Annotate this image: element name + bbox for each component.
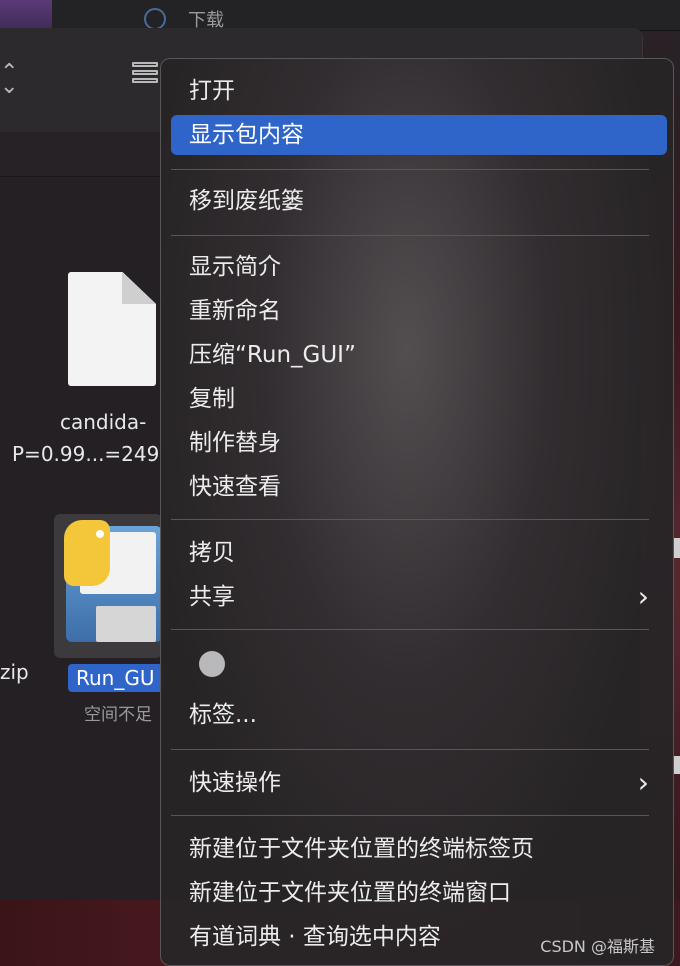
document-file-icon[interactable] — [68, 272, 156, 386]
menu-separator — [171, 815, 649, 816]
menu-item-show-package-contents[interactable]: 显示包内容 — [171, 115, 667, 155]
gray-tag-icon[interactable] — [199, 651, 225, 677]
menu-item-rename[interactable]: 重新命名 — [171, 291, 667, 331]
grid-view-icon[interactable] — [132, 62, 158, 94]
menu-item-make-alias[interactable]: 制作替身 — [171, 423, 667, 463]
menu-item-quick-actions[interactable]: 快速操作 › — [171, 763, 667, 803]
menu-separator — [171, 519, 649, 520]
run-gui-app-icon[interactable] — [54, 514, 162, 658]
chevron-right-icon: › — [637, 580, 649, 613]
zip-file-name-partial[interactable]: zip — [0, 660, 29, 684]
menu-separator — [171, 235, 649, 236]
menu-item-open[interactable]: 打开 — [171, 71, 667, 111]
file-subtitle: 空间不足 — [84, 705, 152, 725]
menu-item-share[interactable]: 共享 › — [171, 577, 667, 617]
watermark: CSDN @福斯基 — [540, 937, 655, 956]
menu-separator — [171, 169, 649, 170]
menu-item-new-terminal-window[interactable]: 新建位于文件夹位置的终端窗口 — [171, 873, 667, 913]
menu-item-copy[interactable]: 拷贝 — [171, 533, 667, 573]
menu-item-get-info[interactable]: 显示简介 — [171, 247, 667, 287]
menu-item-share-label: 共享 — [189, 584, 235, 610]
chevron-right-icon: › — [637, 766, 649, 799]
menu-item-quick-look[interactable]: 快速查看 — [171, 467, 667, 507]
file-name-line2[interactable]: P=0.99...=249 — [12, 442, 159, 466]
run-gui-file-name[interactable]: Run_GU — [68, 664, 163, 692]
context-menu: 打开 显示包内容 移到废纸篓 显示简介 重新命名 压缩“Run_GUI” 复制 … — [160, 58, 674, 966]
python-logo-icon — [60, 516, 118, 588]
file-name-line1[interactable]: candida- — [60, 410, 146, 434]
menu-separator — [171, 629, 649, 630]
download-icon — [144, 8, 166, 30]
menu-item-move-to-trash[interactable]: 移到废纸篓 — [171, 181, 667, 221]
menu-item-new-terminal-tab[interactable]: 新建位于文件夹位置的终端标签页 — [171, 829, 667, 869]
sort-updown-icon[interactable]: ⌃ ⌄ — [0, 62, 20, 98]
menu-item-compress[interactable]: 压缩“Run_GUI” — [171, 335, 667, 375]
menu-separator — [171, 749, 649, 750]
menu-item-tags[interactable]: 标签... — [171, 695, 667, 735]
menu-item-quick-actions-label: 快速操作 — [189, 770, 281, 796]
background-window-titlebar: 下载 — [52, 0, 680, 31]
menu-item-duplicate[interactable]: 复制 — [171, 379, 667, 419]
